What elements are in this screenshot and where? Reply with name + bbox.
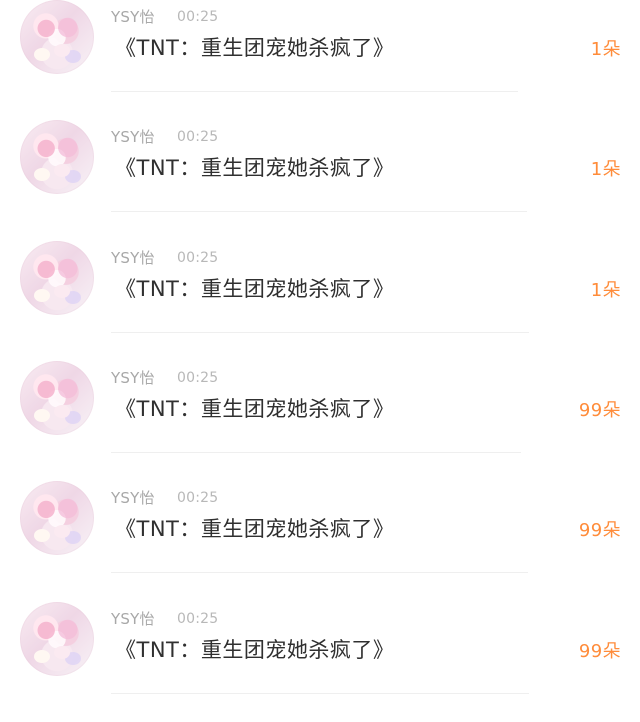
- username: YSY怡: [111, 128, 155, 146]
- user-avatar[interactable]: [20, 361, 94, 435]
- flower-count: 99朵: [578, 520, 621, 541]
- message-time: 00:25: [177, 611, 219, 627]
- user-avatar[interactable]: [20, 0, 94, 74]
- row-divider: [111, 572, 528, 573]
- user-avatar[interactable]: [20, 481, 94, 555]
- message-text: 《TNT：重生团宠她杀疯了》: [115, 397, 395, 421]
- row-divider: [111, 452, 521, 453]
- flower-count: 99朵: [578, 400, 621, 421]
- message-time: 00:25: [177, 490, 219, 506]
- row-divider: [111, 332, 529, 333]
- message-row-1[interactable]: YSY怡 00:25 《TNT：重生团宠她杀疯了》 1朵: [0, 0, 640, 120]
- username: YSY怡: [111, 8, 155, 26]
- message-row-2[interactable]: YSY怡 00:25 《TNT：重生团宠她杀疯了》 1朵: [0, 120, 640, 240]
- user-avatar[interactable]: [20, 602, 94, 676]
- username: YSY怡: [111, 610, 155, 628]
- username: YSY怡: [111, 489, 155, 507]
- message-text: 《TNT：重生团宠她杀疯了》: [115, 517, 395, 541]
- flower-count: 1朵: [590, 39, 621, 60]
- flower-count: 99朵: [578, 641, 621, 662]
- message-row-3[interactable]: YSY怡 00:25 《TNT：重生团宠她杀疯了》 1朵: [0, 241, 640, 361]
- row-divider: [111, 91, 518, 92]
- message-time: 00:25: [177, 250, 219, 266]
- message-text: 《TNT：重生团宠她杀疯了》: [115, 156, 395, 180]
- message-row-6[interactable]: YSY怡 00:25 《TNT：重生团宠她杀疯了》 99朵: [0, 602, 640, 722]
- message-time: 00:25: [177, 129, 219, 145]
- username: YSY怡: [111, 249, 155, 267]
- username: YSY怡: [111, 369, 155, 387]
- message-text: 《TNT：重生团宠她杀疯了》: [115, 36, 395, 60]
- message-row-4[interactable]: YSY怡 00:25 《TNT：重生团宠她杀疯了》 99朵: [0, 361, 640, 481]
- message-list: YSY怡 00:25 《TNT：重生团宠她杀疯了》 1朵 YSY怡 00:25 …: [0, 0, 640, 707]
- flower-count: 1朵: [590, 280, 621, 301]
- message-text: 《TNT：重生团宠她杀疯了》: [115, 638, 395, 662]
- row-divider: [111, 211, 527, 212]
- row-divider: [111, 693, 529, 694]
- user-avatar[interactable]: [20, 241, 94, 315]
- message-time: 00:25: [177, 9, 219, 25]
- message-text: 《TNT：重生团宠她杀疯了》: [115, 277, 395, 301]
- message-row-5[interactable]: YSY怡 00:25 《TNT：重生团宠她杀疯了》 99朵: [0, 481, 640, 601]
- flower-count: 1朵: [590, 159, 621, 180]
- message-time: 00:25: [177, 370, 219, 386]
- user-avatar[interactable]: [20, 120, 94, 194]
